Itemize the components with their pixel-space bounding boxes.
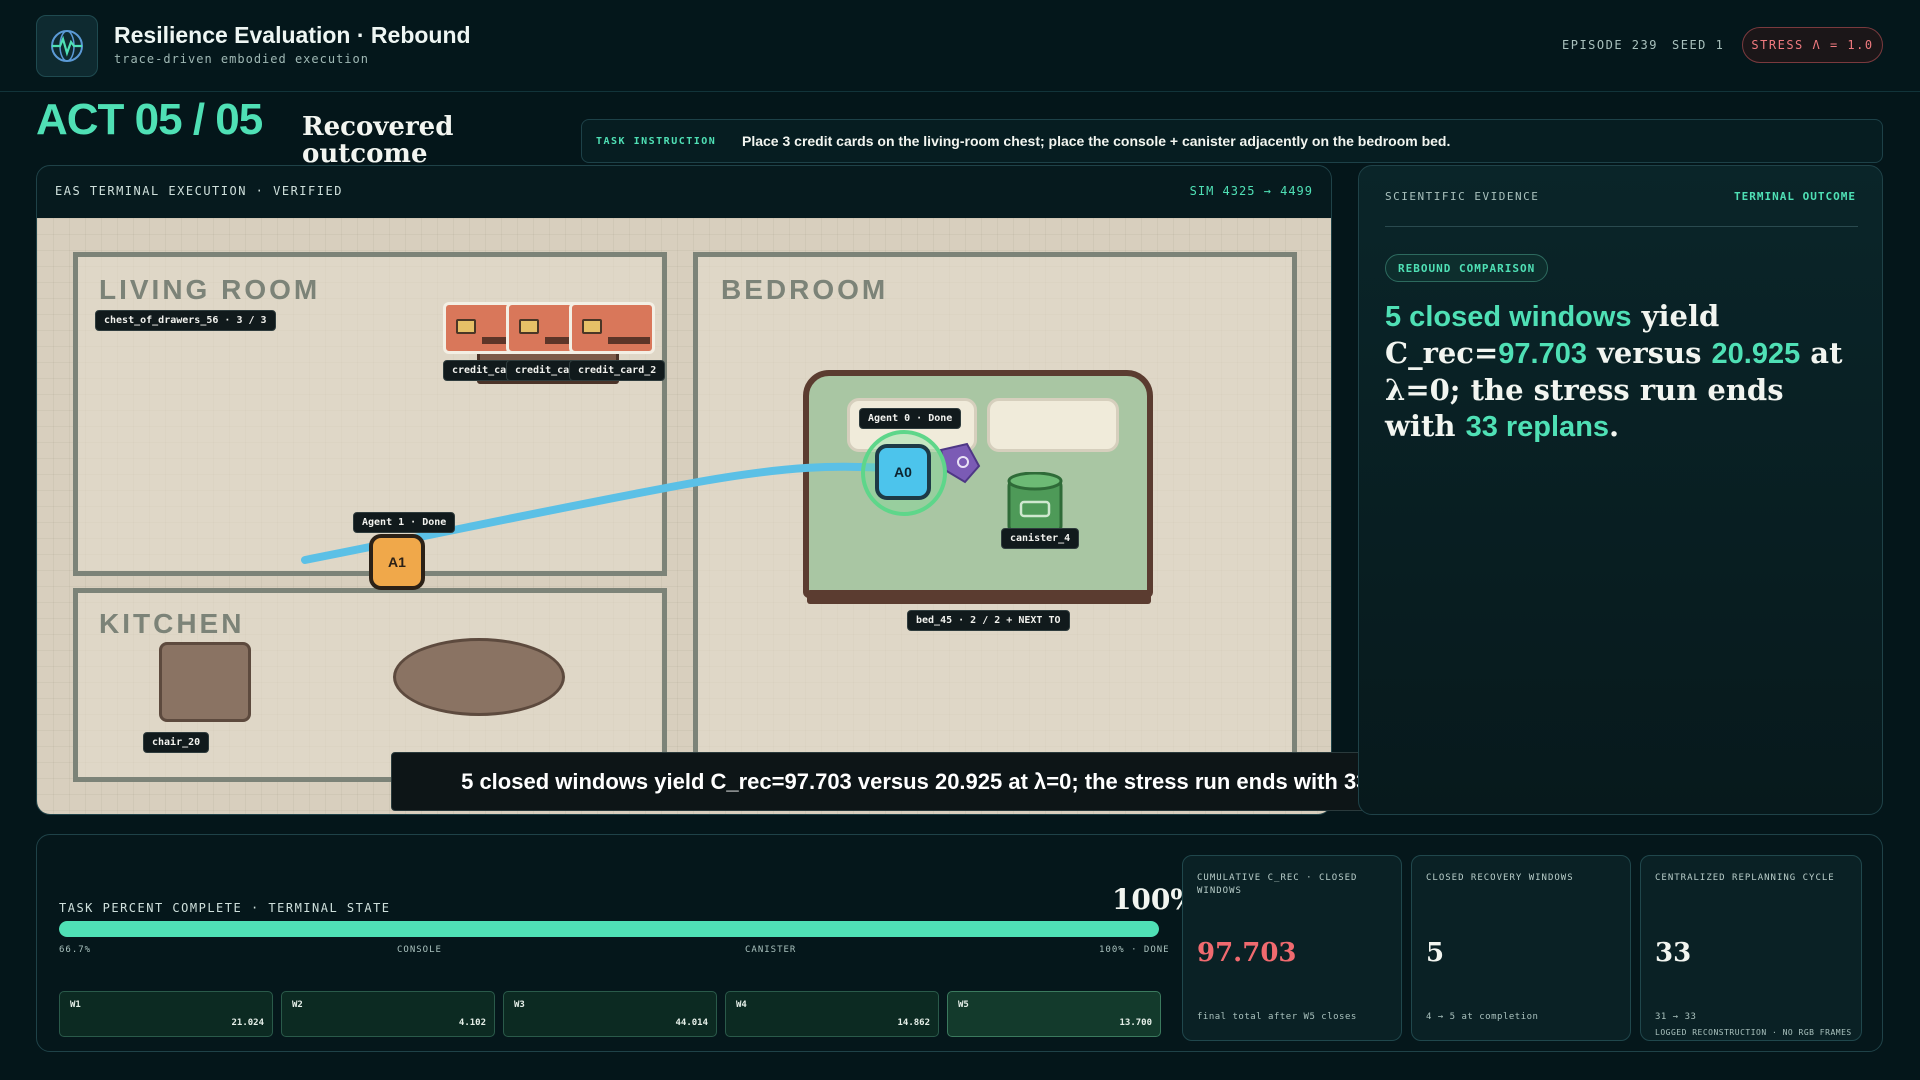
app-title: Resilience Evaluation · Rebound <box>114 22 471 48</box>
window-card[interactable]: W4 14.862 <box>725 991 939 1037</box>
evidence-header: SCIENTIFIC EVIDENCE <box>1385 190 1540 203</box>
metric-card-replanning: CENTRALIZED REPLANNING CYCLE 33 31 → 33 … <box>1640 855 1862 1041</box>
agent-0-tag: Agent 0 · Done <box>859 408 962 429</box>
metric-label: CUMULATIVE C_REC · CLOSED WINDOWS <box>1197 873 1358 896</box>
metric-card-cumulative: CUMULATIVE C_REC · CLOSED WINDOWS 97.703… <box>1182 855 1402 1041</box>
window-name: W4 <box>736 1000 747 1010</box>
progress-percent: 100% <box>1111 883 1197 916</box>
evidence-highlight: 5 closed windows <box>1385 301 1632 333</box>
window-name: W1 <box>70 1000 81 1010</box>
window-value: 21.024 <box>231 1018 264 1028</box>
floor-plan: LIVING ROOM chest_of_drawers_56 · 3 / 3 … <box>37 218 1331 814</box>
agent-0[interactable]: A0 <box>875 444 931 500</box>
metric-note: final total after W5 closes <box>1197 1012 1357 1022</box>
instruction-label: TASK INSTRUCTION <box>596 136 717 147</box>
agent-1-tag: Agent 1 · Done <box>353 512 456 533</box>
evidence-panel: SCIENTIFIC EVIDENCE TERMINAL OUTCOME REB… <box>1358 165 1883 815</box>
window-card[interactable]: W3 44.014 <box>503 991 717 1037</box>
evidence-statement: 5 closed windows yield C_rec=97.703 vers… <box>1385 298 1855 445</box>
agent-path <box>301 462 901 564</box>
metric-value: 97.703 <box>1197 938 1297 968</box>
terminal-outcome-label: TERMINAL OUTCOME <box>1734 190 1856 203</box>
stress-badge: STRESS Λ = 1.0 <box>1742 27 1883 63</box>
task-instruction: TASK INSTRUCTION Place 3 credit cards on… <box>581 119 1883 163</box>
window-value: 4.102 <box>458 1018 486 1028</box>
window-value: 44.014 <box>675 1018 708 1028</box>
app-header: Resilience Evaluation · Rebound trace-dr… <box>0 0 1920 92</box>
evidence-text: . <box>1609 409 1620 443</box>
window-value: 13.700 <box>1119 1018 1152 1028</box>
scene-panel: EAS TERMINAL EXECUTION · VERIFIED SIM 43… <box>36 165 1332 815</box>
metric-value: 5 <box>1426 938 1445 968</box>
evidence-highlight: 33 replans <box>1465 411 1610 443</box>
progress-fill <box>59 921 1159 937</box>
progress-tick: CONSOLE <box>397 945 442 955</box>
metric-label: CLOSED RECOVERY WINDOWS <box>1426 873 1574 883</box>
progress-label: TASK PERCENT COMPLETE · TERMINAL STATE <box>59 901 391 915</box>
progress-panel: TASK PERCENT COMPLETE · TERMINAL STATE 1… <box>36 834 1883 1052</box>
sim-range: SIM 4325 → 4499 <box>1189 184 1313 198</box>
rebound-comparison-badge: REBOUND COMPARISON <box>1385 254 1549 282</box>
evidence-highlight: 97.703 <box>1498 338 1587 370</box>
seed-label: SEED 1 <box>1672 38 1725 52</box>
agent-1[interactable]: A1 <box>369 534 425 590</box>
globe-pulse-icon <box>36 15 98 77</box>
app-subtitle: trace-driven embodied execution <box>114 52 369 66</box>
window-value: 14.862 <box>897 1018 930 1028</box>
metric-label: CENTRALIZED REPLANNING CYCLE <box>1655 873 1835 883</box>
window-card[interactable]: W1 21.024 <box>59 991 273 1037</box>
progress-tick: 100% · DONE <box>1099 945 1170 955</box>
evidence-highlight: 20.925 <box>1711 338 1801 370</box>
metric-note: 31 → 33 <box>1655 1012 1697 1022</box>
episode-label: EPISODE 239 <box>1562 38 1658 52</box>
divider <box>1385 226 1858 227</box>
progress-tick: 66.7% <box>59 945 92 955</box>
metric-note: 4 → 5 at completion <box>1426 1012 1539 1022</box>
instruction-text: Place 3 credit cards on the living-room … <box>742 133 1451 149</box>
act-title: Recovered outcome <box>302 112 454 169</box>
evidence-text: versus <box>1586 336 1712 370</box>
metric-card-windows: CLOSED RECOVERY WINDOWS 5 4 → 5 at compl… <box>1411 855 1631 1041</box>
window-card[interactable]: W5 13.700 <box>947 991 1161 1037</box>
metric-footnote: LOGGED RECONSTRUCTION · NO RGB FRAMES <box>1655 1028 1852 1037</box>
progress-bar <box>59 921 1159 937</box>
window-name: W3 <box>514 1000 525 1010</box>
window-name: W5 <box>958 1000 969 1010</box>
window-card[interactable]: W2 4.102 <box>281 991 495 1037</box>
window-name: W2 <box>292 1000 303 1010</box>
metric-value: 33 <box>1655 938 1692 968</box>
act-label: ACT 05 / 05 <box>36 95 263 144</box>
scene-status: EAS TERMINAL EXECUTION · VERIFIED <box>55 184 343 198</box>
progress-tick: CANISTER <box>745 945 797 955</box>
